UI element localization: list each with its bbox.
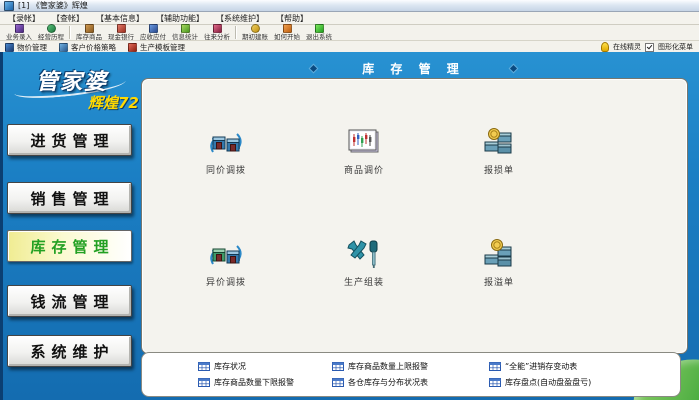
inventory-goods-icon	[85, 24, 94, 33]
graphic-menu-checkbox[interactable]	[645, 43, 654, 52]
price-management-icon	[5, 43, 14, 52]
toolbar-button-receivable-payable[interactable]: 应收应付	[137, 24, 169, 41]
toolbar-button-transaction-analysis[interactable]: 往来分析	[201, 24, 233, 41]
link-label: “全能”进销存变动表	[505, 361, 577, 372]
link-label: 库存状况	[214, 361, 246, 372]
table-icon	[489, 362, 501, 371]
icon-label: 同价调拨	[206, 163, 246, 176]
toolbar-button-production-template[interactable]: 生产模板管理	[128, 42, 185, 53]
menu-item-record[interactable]: 【录帐】	[8, 13, 40, 24]
icon-item-goods-price-adjust[interactable]: 商品调价	[314, 127, 414, 176]
link-all-round-change-table[interactable]: “全能”进销存变动表	[489, 361, 676, 372]
window-title: [1] 《管家婆》辉煌	[18, 0, 88, 11]
menu-bar: 【录帐】 【查帐】 【基本信息】 【辅助功能】 【系统维护】 【帮助】	[0, 12, 699, 25]
online-helper-label[interactable]: 在线精灵	[613, 42, 641, 52]
icon-label: 商品调价	[344, 163, 384, 176]
cash-bank-icon	[117, 24, 126, 33]
icon-label: 生产组装	[344, 275, 384, 288]
customer-price-strategy-icon	[59, 43, 68, 52]
how-to-start-icon	[283, 24, 292, 33]
workspace: 管家婆 辉煌72 进货管理 销售管理 库存管理 钱流管理 系统维护 库 存 管 …	[0, 52, 699, 400]
link-label: 库存商品数量下限报警	[214, 377, 294, 388]
link-label: 库存商品数量上限报警	[348, 361, 428, 372]
table-icon	[198, 378, 210, 387]
operation-history-icon	[47, 24, 56, 33]
toolbar-main: 业务录入 经营历程 库存商品 现金银行 应收应付 信息统计 往来分析	[0, 25, 699, 41]
menu-item-help[interactable]: 【帮助】	[276, 13, 308, 24]
window-titlebar: [1] 《管家婆》辉煌	[0, 0, 699, 12]
sidebar-button-sales[interactable]: 销售管理	[7, 182, 132, 214]
sidebar-button-purchase[interactable]: 进货管理	[7, 124, 132, 156]
overflow-report-icon	[481, 239, 517, 271]
toolbar-button-business-entry[interactable]: 业务录入	[3, 24, 35, 41]
toolbar-button-cash-bank[interactable]: 现金银行	[105, 24, 137, 41]
diamond-decoration	[310, 65, 317, 72]
toolbar-button-price-management[interactable]: 物价管理	[5, 42, 47, 53]
transaction-analysis-icon	[213, 24, 222, 33]
sidebar-button-cashflow[interactable]: 钱流管理	[7, 285, 132, 317]
toolbar-button-initial-setup[interactable]: 期初建账	[239, 24, 271, 41]
icon-label: 报损单	[484, 163, 514, 176]
link-label: 库存盘点(自动盘盈盘亏)	[505, 377, 591, 388]
bottom-links-panel: 库存状况 库存商品数量上限报警 “全能”进销存变动表 库存商品数量下限报警 各仓…	[141, 352, 681, 397]
brand-logo-edition: 辉煌72	[88, 92, 139, 113]
icon-item-loss-report[interactable]: 报损单	[449, 127, 549, 176]
toolbar-button-exit-system[interactable]: 退出系统	[303, 24, 335, 41]
business-entry-icon	[15, 24, 24, 33]
sidebar-button-inventory[interactable]: 库存管理	[7, 230, 132, 262]
link-label: 各仓库存与分布状况表	[348, 377, 428, 388]
link-stocktaking[interactable]: 库存盘点(自动盘盈盘亏)	[489, 377, 676, 388]
online-helper-icon[interactable]	[601, 42, 609, 52]
menu-item-aux-功能[interactable]: 【辅助功能】	[156, 13, 204, 24]
table-icon	[332, 378, 344, 387]
toolbar-button-info-statistics[interactable]: 信息统计	[169, 24, 201, 41]
exit-system-icon	[315, 24, 324, 33]
icon-label: 报溢单	[484, 275, 514, 288]
toolbar-button-operation-history[interactable]: 经营历程	[35, 24, 67, 41]
table-icon	[332, 362, 344, 371]
toolbar-separator	[235, 26, 237, 39]
diamond-decoration	[510, 65, 517, 72]
toolbar-separator	[69, 26, 71, 39]
app-window: [1] 《管家婆》辉煌 【录帐】 【查帐】 【基本信息】 【辅助功能】 【系统维…	[0, 0, 699, 400]
menu-item-query[interactable]: 【查帐】	[52, 13, 84, 24]
icon-item-production-assembly[interactable]: 生产组装	[314, 239, 414, 288]
table-icon	[198, 362, 210, 371]
initial-setup-icon	[251, 24, 260, 33]
link-inventory-status[interactable]: 库存状况	[198, 361, 332, 372]
loss-report-icon	[481, 127, 517, 159]
link-stock-lower-limit-alarm[interactable]: 库存商品数量下限报警	[198, 377, 332, 388]
same-price-transfer-icon	[207, 127, 245, 159]
info-statistics-icon	[181, 24, 190, 33]
link-stock-upper-limit-alarm[interactable]: 库存商品数量上限报警	[332, 361, 489, 372]
toolbar-button-inventory-goods[interactable]: 库存商品	[73, 24, 105, 41]
app-icon	[4, 1, 14, 11]
menu-item-system[interactable]: 【系统维护】	[216, 13, 264, 24]
diff-price-transfer-icon	[207, 239, 245, 271]
table-icon	[489, 378, 501, 387]
receivable-payable-icon	[149, 24, 158, 33]
inventory-panel: 同价调拨 商品调价	[141, 78, 688, 354]
icon-item-overflow-report[interactable]: 报溢单	[449, 239, 549, 288]
panel-header: 库 存 管 理	[141, 61, 686, 76]
production-assembly-icon	[346, 239, 382, 271]
icon-item-same-price-transfer[interactable]: 同价调拨	[176, 127, 276, 176]
sidebar-button-system[interactable]: 系统维护	[7, 335, 132, 367]
menu-item-basic-info[interactable]: 【基本信息】	[96, 13, 144, 24]
link-warehouse-distribution-table[interactable]: 各仓库存与分布状况表	[332, 377, 489, 388]
toolbar-button-how-to-start[interactable]: 如何开始	[271, 24, 303, 41]
icon-item-diff-price-transfer[interactable]: 异价调拨	[176, 239, 276, 288]
toolbar-button-customer-price-strategy[interactable]: 客户价格策略	[59, 42, 116, 53]
goods-price-adjust-icon	[346, 127, 382, 159]
production-template-icon	[128, 43, 137, 52]
icon-label: 异价调拨	[206, 275, 246, 288]
page-title: 库 存 管 理	[362, 60, 465, 77]
graphic-menu-label: 图形化菜单	[658, 42, 693, 52]
